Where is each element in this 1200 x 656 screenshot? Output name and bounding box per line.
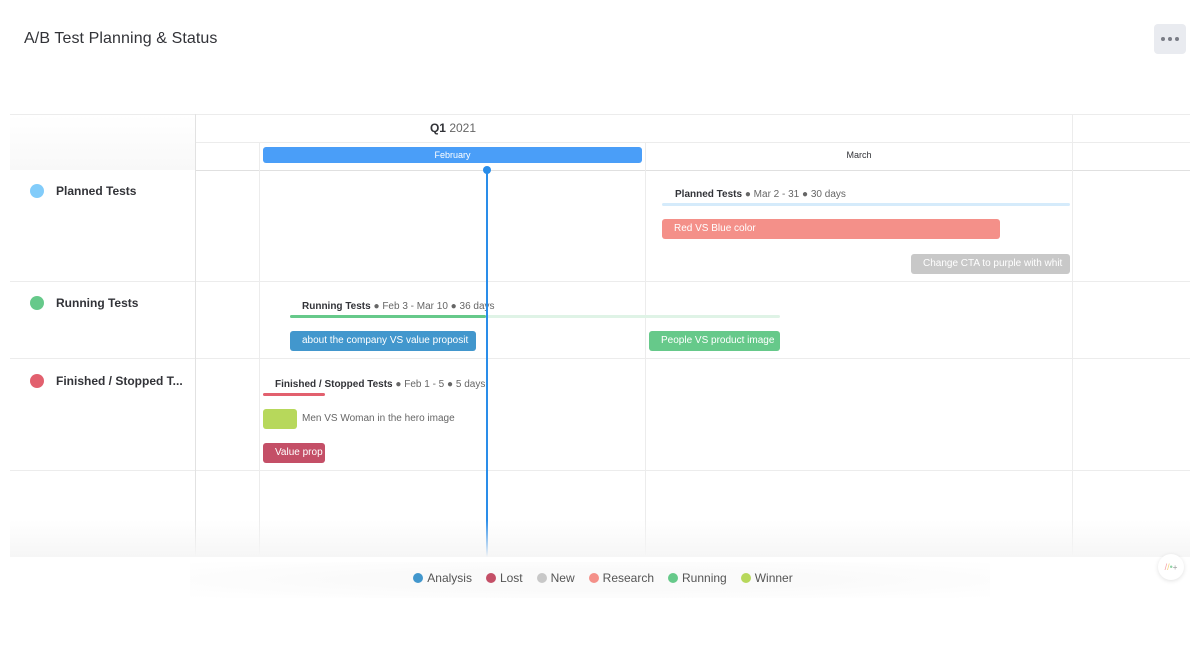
legend-dot (740, 573, 751, 583)
legend-dot (588, 573, 599, 583)
timeline-item-label[interactable]: Men VS Woman in the hero image (302, 409, 455, 429)
summary-duration: 36 days (459, 301, 495, 312)
legend-label: Winner (754, 571, 793, 585)
group-running-tests[interactable]: Running Tests (30, 296, 138, 310)
summary-range: Mar 2 - 31 (753, 189, 800, 200)
group-summary-line (263, 393, 325, 396)
summary-name: Planned Tests (675, 189, 743, 200)
monday-add-button[interactable]: //•+ (1158, 554, 1184, 580)
legend-item-winner: Winner (740, 571, 793, 585)
quarter-label: Q1 2021 (196, 121, 710, 135)
group-label: Finished / Stopped T... (56, 374, 183, 388)
group-color-dot (30, 374, 44, 388)
legend-label: Lost (499, 571, 523, 585)
legend-label: Analysis (427, 571, 472, 585)
grid-line (10, 358, 1190, 359)
grid-line (645, 142, 646, 557)
group-summary-progress (290, 315, 486, 318)
timeline-item[interactable]: Change CTA to purple with whit (911, 254, 1070, 274)
legend-item-running: Running (668, 571, 727, 585)
legend-dot (536, 573, 547, 583)
group-finished-tests[interactable]: Finished / Stopped T... (30, 374, 183, 388)
quarter-name: Q1 (429, 121, 446, 135)
group-column-header (10, 115, 195, 170)
summary-range: Feb 1 - 5 (404, 379, 445, 390)
month-february[interactable]: February (263, 147, 642, 163)
legend-dot (668, 573, 679, 583)
today-marker-dot (483, 166, 491, 174)
monday-add-icon: //•+ (1164, 562, 1178, 572)
grid-line (259, 142, 260, 557)
more-options-button[interactable] (1154, 24, 1186, 54)
more-horizontal-icon-dot (1168, 37, 1172, 41)
more-horizontal-icon-dot (1175, 37, 1179, 41)
grid-line (1072, 114, 1073, 557)
month-march[interactable]: March (646, 147, 1072, 163)
quarter-year: 2021 (449, 121, 477, 135)
group-summary: Running Tests ● Feb 3 - Mar 10 ● 36 days (302, 301, 495, 312)
group-summary-line (662, 203, 1070, 206)
legend-item-lost: Lost (485, 571, 523, 585)
grid-line (10, 470, 1190, 471)
page-title: A/B Test Planning & Status (24, 30, 218, 47)
group-color-dot (30, 296, 44, 310)
legend-dot (413, 573, 424, 583)
timeline-item[interactable] (263, 409, 297, 429)
group-planned-tests[interactable]: Planned Tests (30, 184, 136, 198)
legend-item-analysis: Analysis (413, 571, 472, 585)
legend: Analysis Lost New Research Running Winne… (0, 571, 1200, 585)
grid-line (196, 170, 1190, 171)
timeline-item[interactable]: about the company VS value proposit (290, 331, 476, 351)
bottom-fade (10, 520, 1190, 557)
group-summary: Planned Tests ● Mar 2 - 31 ● 30 days (675, 189, 846, 200)
summary-range: Feb 3 - Mar 10 (382, 301, 448, 312)
group-label: Running Tests (56, 296, 139, 310)
summary-duration: 30 days (810, 189, 846, 200)
grid-line (195, 114, 196, 557)
timeline-item[interactable]: Red VS Blue color (662, 219, 1000, 239)
legend-item-new: New (536, 571, 575, 585)
grid-line (10, 114, 1190, 115)
legend-dot (485, 573, 496, 583)
today-line (486, 170, 488, 557)
legend-item-research: Research (588, 571, 655, 585)
grid-line (10, 281, 1190, 282)
summary-duration: 5 days (455, 379, 486, 390)
summary-name: Finished / Stopped Tests (275, 379, 393, 390)
group-summary: Finished / Stopped Tests ● Feb 1 - 5 ● 5… (275, 379, 486, 390)
more-horizontal-icon (1161, 37, 1165, 41)
timeline-item[interactable]: Value prop (263, 443, 325, 463)
legend-label: Research (602, 571, 655, 585)
grid-line (196, 142, 1190, 143)
legend-label: New (550, 571, 575, 585)
timeline-item[interactable]: People VS product image (649, 331, 780, 351)
legend-label: Running (682, 571, 727, 585)
summary-name: Running Tests (302, 301, 371, 312)
group-color-dot (30, 184, 44, 198)
group-label: Planned Tests (56, 184, 137, 198)
